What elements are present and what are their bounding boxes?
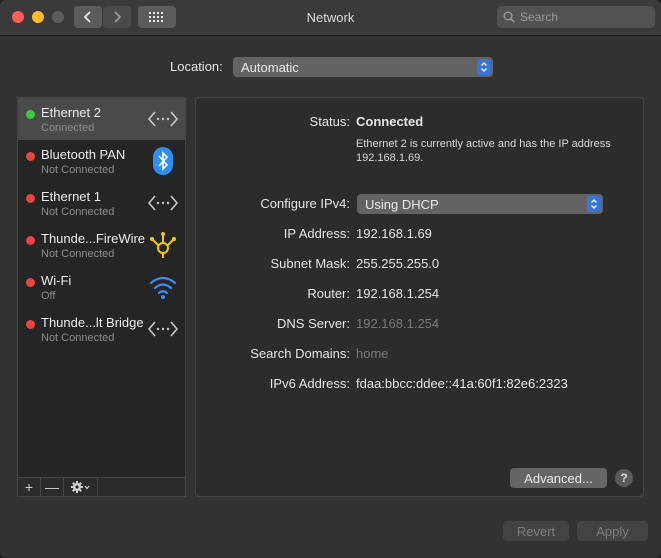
subnet-mask-value: 255.255.255.0	[356, 256, 440, 271]
dns-server-value: 192.168.1.254	[356, 316, 440, 331]
gear-icon	[70, 481, 89, 493]
ipv6-address-label: IPv6 Address:	[269, 376, 350, 391]
service-status: Connected	[41, 122, 95, 134]
configure-ipv4-popup[interactable]: Using DHCP	[357, 194, 603, 214]
service-item-wifi[interactable]: Wi-Fi Off	[18, 266, 185, 308]
status-dot	[26, 320, 35, 329]
subnet-mask-label: Subnet Mask:	[270, 256, 351, 271]
service-name: Thunde...FireWire	[41, 231, 146, 246]
ethernet-icon	[147, 188, 179, 218]
status-dot	[26, 152, 35, 161]
service-list: Ethernet 2 Connected Bluetooth PAN Not C…	[17, 97, 186, 478]
service-name: Ethernet 2	[41, 105, 101, 120]
search-domains-value: home	[356, 346, 389, 361]
service-status: Off	[41, 290, 56, 302]
firewire-icon	[147, 230, 179, 260]
service-status: Not Connected	[41, 248, 115, 260]
status-description: Ethernet 2 is currently active and has t…	[356, 138, 611, 164]
service-item-bluetooth-pan[interactable]: Bluetooth PAN Not Connected	[18, 140, 185, 182]
location-value: Automatic	[241, 59, 299, 75]
router-value: 192.168.1.254	[356, 286, 440, 301]
dns-server-label: DNS Server:	[277, 316, 350, 331]
service-actions-button[interactable]	[64, 478, 98, 496]
search-domains-label: Search Domains:	[250, 346, 350, 361]
service-item-ethernet-1[interactable]: Ethernet 1 Not Connected	[18, 182, 185, 224]
status-value: Connected	[356, 114, 424, 129]
search-icon	[503, 11, 515, 23]
bluetooth-icon	[147, 146, 179, 176]
service-name: Thunde...lt Bridge	[41, 315, 144, 330]
configure-ipv4-value: Using DHCP	[365, 196, 439, 212]
configure-ipv4-label: Configure IPv4:	[260, 196, 350, 211]
network-preferences-window: Network Search Location: Automatic Ether…	[0, 0, 661, 558]
ip-address-value: 192.168.1.69	[356, 226, 432, 241]
status-dot	[26, 110, 35, 119]
service-item-ethernet-2[interactable]: Ethernet 2 Connected	[18, 98, 185, 140]
service-name: Wi-Fi	[41, 273, 72, 288]
location-popup[interactable]: Automatic	[233, 57, 493, 77]
service-name: Ethernet 1	[41, 189, 101, 204]
service-status: Not Connected	[41, 206, 115, 218]
advanced-button[interactable]: Advanced...	[510, 468, 607, 488]
popup-arrows-icon	[477, 59, 491, 75]
service-item-thunderbolt-firewire[interactable]: Thunde...FireWire Not Connected	[18, 224, 185, 266]
status-dot	[26, 194, 35, 203]
title-bar: Network Search	[0, 0, 661, 36]
add-service-button[interactable]: +	[18, 478, 41, 496]
service-item-thunderbolt-bridge[interactable]: Thunde...lt Bridge Not Connected	[18, 308, 185, 350]
search-input[interactable]: Search	[497, 6, 655, 28]
wifi-icon	[147, 272, 179, 302]
router-label: Router:	[307, 286, 350, 301]
search-placeholder: Search	[520, 10, 559, 24]
status-dot	[26, 236, 35, 245]
service-name: Bluetooth PAN	[41, 147, 126, 162]
popup-arrows-icon	[587, 196, 601, 212]
ip-address-label: IP Address:	[283, 226, 350, 241]
service-status: Not Connected	[41, 332, 115, 344]
ethernet-icon	[147, 314, 179, 344]
apply-button[interactable]: Apply	[577, 521, 648, 541]
help-button[interactable]: ?	[615, 469, 633, 487]
service-status: Not Connected	[41, 164, 115, 176]
ipv6-address-value: fdaa:bbcc:ddee::41a:60f1:82e6:2323	[356, 376, 568, 391]
status-label: Status:	[309, 114, 350, 129]
remove-service-button[interactable]: —	[41, 478, 64, 496]
revert-button[interactable]: Revert	[503, 521, 569, 541]
service-list-toolbar: + —	[17, 478, 186, 497]
location-label: Location:	[170, 59, 223, 74]
ethernet-icon	[147, 104, 179, 134]
status-dot	[26, 278, 35, 287]
